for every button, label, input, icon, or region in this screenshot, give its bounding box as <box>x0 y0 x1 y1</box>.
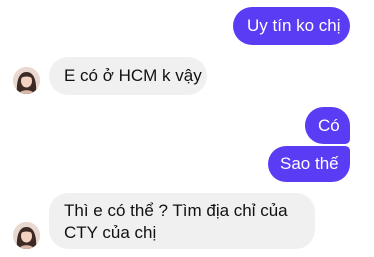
message-bubble-outgoing[interactable]: Có <box>305 107 350 144</box>
contact-avatar-icon <box>13 67 40 94</box>
message-text: Sao thế <box>280 154 339 173</box>
message-text: E có ở HCM k vậy <box>64 66 202 85</box>
contact-avatar[interactable] <box>13 67 40 94</box>
message-bubble-outgoing[interactable]: Sao thế <box>268 146 350 182</box>
message-bubble-incoming[interactable]: E có ở HCM k vậy <box>49 57 207 95</box>
message-text: Có <box>318 116 340 135</box>
message-text-line: Thì e có thể ? Tìm địa chỉ của <box>64 201 288 220</box>
contact-avatar[interactable] <box>13 222 40 249</box>
message-text-line: CTY của chị <box>64 223 157 242</box>
message-bubble-outgoing[interactable]: Uy tín ko chị <box>233 7 350 45</box>
message-bubble-incoming[interactable]: Thì e có thể ? Tìm địa chỉ của CTY của c… <box>49 193 315 249</box>
message-text: Uy tín ko chị <box>247 16 341 35</box>
contact-avatar-icon <box>13 222 40 249</box>
